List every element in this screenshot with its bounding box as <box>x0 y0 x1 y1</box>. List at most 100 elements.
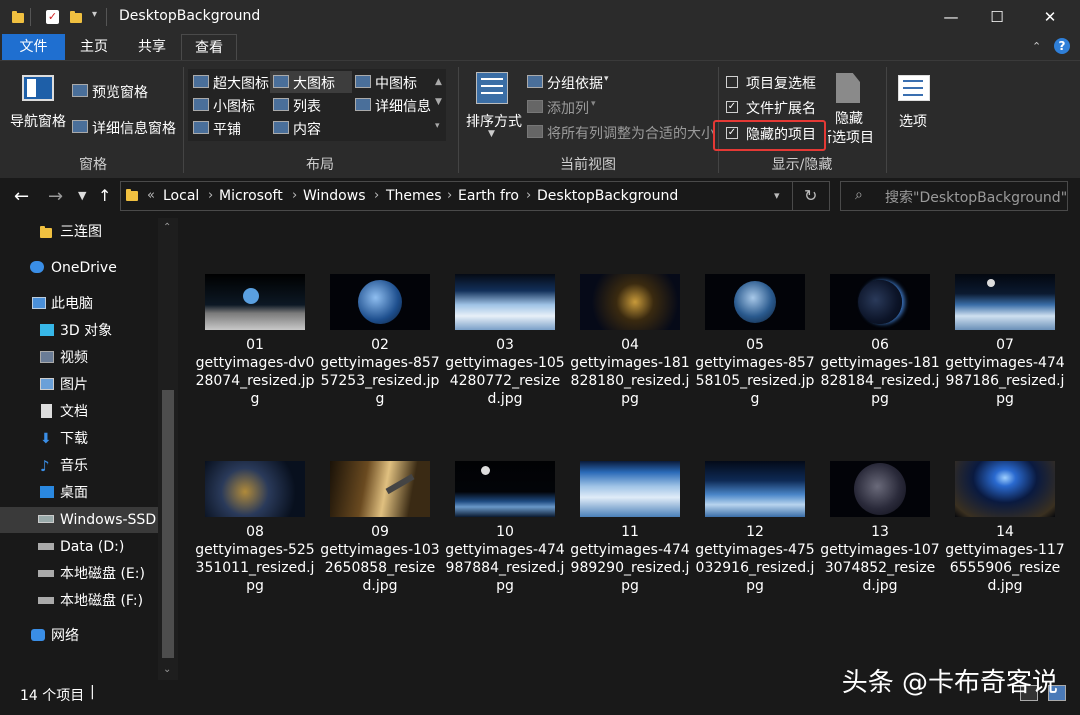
crumb-earth[interactable]: Earth fro <box>458 182 519 210</box>
back-arrow-icon[interactable]: ← <box>14 186 29 207</box>
nav-item-music[interactable]: ♪ 音乐 <box>0 453 158 479</box>
crumb-desktopbackground[interactable]: DesktopBackground <box>537 182 678 210</box>
search-box[interactable]: ⌕ 搜索"DesktopBackground" <box>840 181 1068 211</box>
minimize-button[interactable]: — <box>928 0 974 34</box>
layout-large-icons[interactable]: 大图标 <box>293 73 335 93</box>
scroll-up-icon[interactable]: ⌃ <box>163 222 171 233</box>
nav-item-videos[interactable]: 视频 <box>0 345 158 371</box>
scroll-down-icon[interactable]: ⌄ <box>163 664 171 675</box>
hide-selected-icon[interactable] <box>836 73 860 103</box>
file-tile[interactable]: 14 gettyimages-1176555906_resized.jpg <box>945 461 1065 636</box>
group-by-button[interactable]: 分组依据 <box>547 73 603 93</box>
layout-details[interactable]: 详细信息 <box>375 96 431 116</box>
nav-item-desktop[interactable]: 桌面 <box>0 480 158 506</box>
nav-item-windows-ssd[interactable]: Windows-SSD ( <box>0 507 166 533</box>
thumbnail-earth-globe <box>705 274 805 330</box>
options-icon[interactable] <box>898 75 930 101</box>
hide-selected-label-2[interactable]: 所选项目 <box>828 127 874 147</box>
layout-small-icons[interactable]: 小图标 <box>213 96 255 116</box>
file-tile[interactable]: 13 gettyimages-1073074852_resized.jpg <box>820 461 940 636</box>
hidden-items-checkbox[interactable]: ✓ <box>726 127 738 139</box>
nav-item-3d-objects[interactable]: 3D 对象 <box>0 318 158 344</box>
search-input[interactable]: 搜索"DesktopBackground" <box>885 187 1067 207</box>
nav-pane-button[interactable]: 导航窗格 <box>10 111 66 131</box>
file-tile[interactable]: 05 gettyimages-85758105_resized.jpg <box>695 274 815 449</box>
file-name: 05 gettyimages-85758105_resized.jpg <box>695 336 815 408</box>
qat-dropdown-icon[interactable]: ▾ <box>92 9 97 20</box>
layout-content[interactable]: 内容 <box>293 119 321 139</box>
file-extensions-label[interactable]: 文件扩展名 <box>746 98 816 118</box>
forward-arrow-icon[interactable]: → <box>48 186 63 207</box>
nav-item-onedrive[interactable]: OneDrive <box>0 255 158 281</box>
file-tile[interactable]: 03 gettyimages-1054280772_resized.jpg <box>445 274 565 449</box>
tab-share[interactable]: 共享 <box>123 34 181 60</box>
path-overflow[interactable]: « <box>147 182 155 210</box>
address-dropdown-icon[interactable]: ▾ <box>774 182 780 210</box>
nav-item-this-pc[interactable]: 此电脑 <box>0 291 158 317</box>
recent-locations-icon[interactable]: ▼ <box>78 189 86 202</box>
chevron-right-icon[interactable]: › <box>208 182 213 210</box>
preview-pane-button[interactable]: 预览窗格 <box>92 82 148 102</box>
file-tile[interactable]: 01 gettyimages-dv028074_resized.jpg <box>195 274 315 449</box>
nav-item-documents[interactable]: 文档 <box>0 399 158 425</box>
nav-scrollbar[interactable]: ⌃ ⌄ <box>158 218 178 680</box>
thumbnail-night-earth <box>830 461 930 517</box>
scroll-down-icon[interactable]: ▼ <box>435 91 442 113</box>
help-icon[interactable]: ? <box>1054 38 1070 54</box>
layout-extra-large-icons[interactable]: 超大图标 <box>213 73 269 93</box>
address-bar[interactable]: « Local › Microsoft › Windows › Themes ›… <box>120 181 830 211</box>
properties-icon[interactable]: ✓ <box>46 10 59 24</box>
crumb-themes[interactable]: Themes <box>386 182 442 210</box>
layout-list[interactable]: 列表 <box>293 96 321 116</box>
up-arrow-icon[interactable]: ↑ <box>98 186 111 205</box>
nav-item-triptych[interactable]: 三连图 <box>0 219 158 245</box>
scrollbar-thumb[interactable] <box>162 390 174 658</box>
nav-pane-icon[interactable] <box>22 75 54 101</box>
tab-home[interactable]: 主页 <box>65 34 123 60</box>
nav-item-pictures[interactable]: 图片 <box>0 372 158 398</box>
crumb-microsoft[interactable]: Microsoft <box>219 182 283 210</box>
details-pane-button[interactable]: 详细信息窗格 <box>92 118 176 138</box>
chevron-right-icon[interactable]: › <box>292 182 297 210</box>
scroll-up-icon[interactable]: ▲ <box>435 71 442 93</box>
file-tile[interactable]: 07 gettyimages-474987186_resized.jpg <box>945 274 1065 449</box>
file-tile[interactable]: 09 gettyimages-1032650858_resized.jpg <box>320 461 440 636</box>
add-columns-button[interactable]: 添加列 <box>547 98 589 118</box>
nav-item-network[interactable]: 网络 <box>0 623 158 649</box>
file-extensions-checkbox[interactable]: ✓ <box>726 101 738 113</box>
hidden-items-label[interactable]: 隐藏的项目 <box>746 124 816 144</box>
options-button[interactable]: 选项 <box>899 111 927 131</box>
nav-item-local-disk-e[interactable]: 本地磁盘 (E:) <box>0 561 158 587</box>
file-tile[interactable]: 04 gettyimages-181828180_resized.jpg <box>570 274 690 449</box>
sort-by-button[interactable]: 排序方式 <box>466 111 522 131</box>
layout-tiles[interactable]: 平铺 <box>213 119 241 139</box>
file-tile[interactable]: 10 gettyimages-474987884_resized.jpg <box>445 461 565 636</box>
crumb-local[interactable]: Local <box>163 182 199 210</box>
close-button[interactable]: ✕ <box>1027 0 1073 34</box>
collapse-ribbon-icon[interactable]: ⌃ <box>1032 40 1041 53</box>
nav-item-downloads[interactable]: ⬇ 下载 <box>0 426 158 452</box>
expand-gallery-icon[interactable]: ▾ <box>435 115 440 137</box>
item-checkboxes-label[interactable]: 项目复选框 <box>746 73 816 93</box>
file-tile[interactable]: 08 gettyimages-525351011_resized.jpg <box>195 461 315 636</box>
maximize-button[interactable]: ☐ <box>974 0 1020 34</box>
chevron-right-icon[interactable]: › <box>447 182 452 210</box>
crumb-windows[interactable]: Windows <box>303 182 366 210</box>
refresh-icon[interactable]: ↻ <box>804 182 817 210</box>
nav-item-data-d[interactable]: Data (D:) <box>0 534 158 560</box>
tab-file[interactable]: 文件 <box>2 34 65 60</box>
item-checkboxes-checkbox[interactable] <box>726 76 738 88</box>
layout-medium-icons[interactable]: 中图标 <box>375 73 417 93</box>
tab-view[interactable]: 查看 <box>181 34 237 60</box>
chevron-right-icon[interactable]: › <box>374 182 379 210</box>
nav-item-local-disk-f[interactable]: 本地磁盘 (F:) <box>0 588 158 614</box>
file-tile[interactable]: 11 gettyimages-474989290_resized.jpg <box>570 461 690 636</box>
chevron-right-icon[interactable]: › <box>526 182 531 210</box>
sort-by-icon[interactable] <box>476 72 508 104</box>
file-tile[interactable]: 06 gettyimages-181828184_resized.jpg <box>820 274 940 449</box>
size-all-columns-button[interactable]: 将所有列调整为合适的大小 <box>547 123 715 143</box>
file-tile[interactable]: 12 gettyimages-475032916_resized.jpg <box>695 461 815 636</box>
file-tile[interactable]: 02 gettyimages-85757253_resized.jpg <box>320 274 440 449</box>
new-folder-icon[interactable] <box>70 11 82 23</box>
hide-selected-label-1[interactable]: 隐藏 <box>835 108 863 128</box>
